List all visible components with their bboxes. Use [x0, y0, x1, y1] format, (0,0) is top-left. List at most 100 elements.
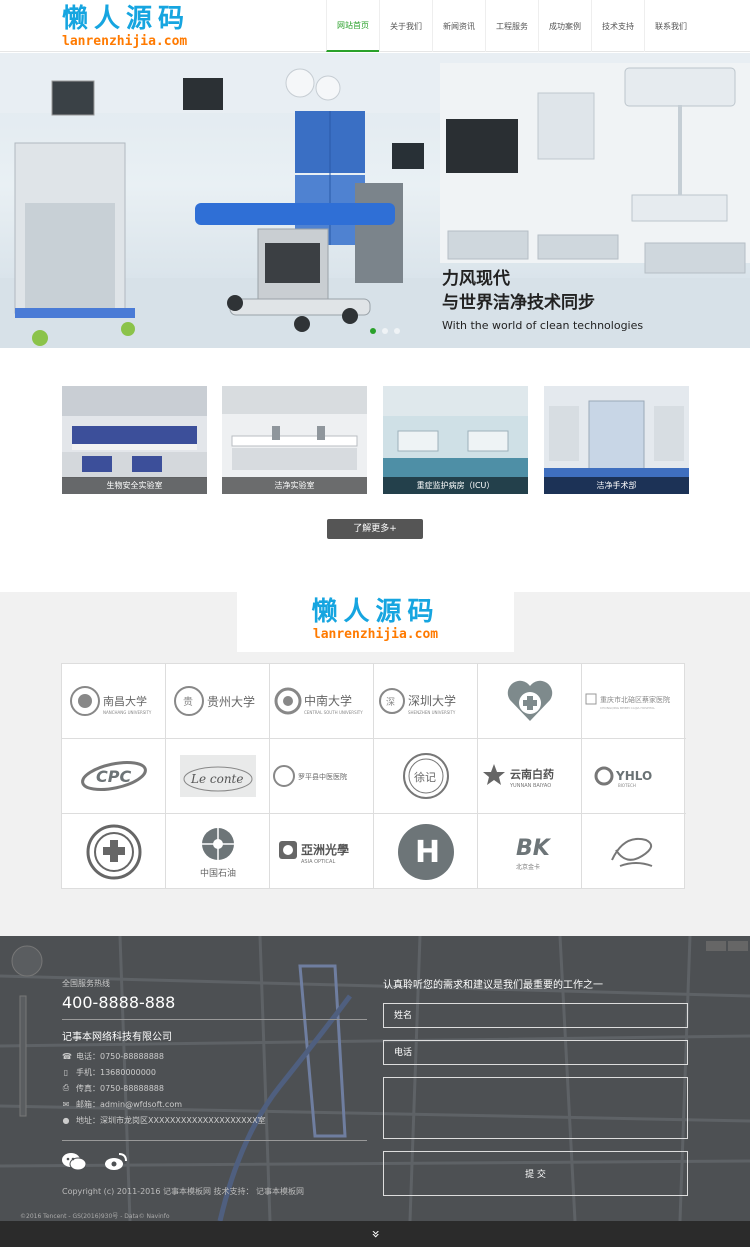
- site-logo[interactable]: 懒人源码 lanrenzhijia.com: [62, 4, 222, 50]
- location-icon: ●: [62, 1115, 70, 1125]
- main-nav: 网站首页 关于我们 新闻资讯 工程服务 成功案例 技术支持 联系我们: [326, 0, 697, 52]
- logo-text: 罗平县中医医院: [298, 772, 347, 781]
- partner-luoping-tcm-hospital[interactable]: 罗平县中医医院: [270, 739, 374, 814]
- logo-subtext: ASIA OPTICAL: [301, 859, 335, 865]
- nav-about[interactable]: 关于我们: [379, 0, 432, 52]
- partner-petrochina[interactable]: 中国石油: [166, 814, 270, 889]
- partner-yunnan-baiyao[interactable]: 云南白药 YUNNAN BAIYAO: [478, 739, 582, 814]
- form-title: 认真聆听您的需求和建议是我们最重要的工作之一: [383, 980, 603, 991]
- phone-input[interactable]: [383, 1040, 688, 1065]
- footer-contact: 全国服务热线 400-8888-888 记事本网络科技有限公司 ☎ 电话：0750…: [62, 978, 367, 1171]
- site-header: 懒人源码 lanrenzhijia.com 网站首页 关于我们 新闻资讯 工程服…: [0, 0, 750, 52]
- logo-text: 南昌大学: [103, 694, 147, 708]
- feedback-form: 认真聆听您的需求和建议是我们最重要的工作之一 提 交: [383, 976, 688, 1196]
- partner-yhlo[interactable]: YHLO BIOTECH: [582, 739, 686, 814]
- partner-nanchang-university[interactable]: 南昌大学 NANCHANG UNIVERSITY: [62, 664, 166, 739]
- slider-dot[interactable]: [394, 328, 400, 334]
- partners-logo-chinese: 懒人源码: [311, 597, 440, 627]
- nav-support[interactable]: 技术支持: [591, 0, 644, 52]
- yunnan-baiyao-logo: 云南白药 YUNNAN BAIYAO: [482, 764, 554, 789]
- nav-cases[interactable]: 成功案例: [538, 0, 591, 52]
- nanchang-university-logo: 南昌大学 NANCHANG UNIVERSITY: [69, 686, 152, 716]
- svg-text:贵: 贵: [183, 695, 193, 708]
- nav-news[interactable]: 新闻资讯: [432, 0, 485, 52]
- divider: [62, 1140, 367, 1141]
- hero-banner[interactable]: 力风现代 与世界洁净技术同步 With the world of clean t…: [0, 53, 750, 348]
- contact-mobile-text: 手机：13680000000: [76, 1067, 156, 1077]
- partner-h-hospital[interactable]: H: [374, 814, 478, 889]
- partner-cpc[interactable]: CPC: [62, 739, 166, 814]
- service-card-icu[interactable]: 重症监护病房（ICU）: [383, 386, 528, 494]
- logo-text: 北京金卡: [516, 863, 540, 871]
- luoping-hospital-logo: 罗平县中医医院: [272, 765, 347, 787]
- nav-contact[interactable]: 联系我们: [644, 0, 697, 52]
- contact-email: ✉ 邮箱：admin@wfdsoft.com: [62, 1096, 367, 1112]
- partner-asia-optical[interactable]: 亞洲光學 ASIA OPTICAL: [270, 814, 374, 889]
- social-links: [62, 1151, 367, 1171]
- service-caption: 洁净实验室: [222, 477, 367, 494]
- petrochina-logo: 中国石油: [200, 827, 236, 879]
- partners-logo: 懒人源码 lanrenzhijia.com: [237, 592, 514, 652]
- scroll-down-bar[interactable]: »: [0, 1221, 750, 1247]
- service-card-biosafety-lab[interactable]: 生物安全实验室: [62, 386, 207, 494]
- mobile-icon: ▯: [63, 1067, 69, 1077]
- hotline-number: 400-8888-888: [62, 993, 176, 1012]
- hero-title-2: 与世界洁净技术同步: [442, 293, 595, 313]
- service-card-operating-dept[interactable]: 洁净手术部: [544, 386, 689, 494]
- xuji-logo: 徐记: [402, 753, 449, 799]
- contact-phone-text: 电话：0750-88888888: [76, 1051, 164, 1061]
- svg-text:深: 深: [386, 697, 395, 708]
- logo-text: H: [415, 835, 440, 870]
- partner-chongqing-caijia-hospital[interactable]: 重庆市北碚区蔡家医院 CHONGQING BEIBEI CAIJIA HOSPIT…: [582, 664, 686, 739]
- logo-text: 中南大学: [304, 693, 352, 708]
- slider-dots: [370, 328, 400, 334]
- partners-logo-domain: lanrenzhijia.com: [312, 627, 439, 642]
- chevron-down-icon: »: [366, 1229, 383, 1239]
- medical-heart-icon: [507, 680, 552, 721]
- logo-subtext: CHONGQING BEIBEI CAIJIA HOSPITAL: [600, 706, 655, 710]
- logo-text: 重庆市北碚区蔡家医院: [600, 695, 670, 704]
- logo-text: 贵州大学: [207, 694, 255, 709]
- logo-text: 云南白药: [510, 767, 554, 781]
- partner-shenzhen-university[interactable]: 深 深圳大学 SHENZHEN UNIVERSITY: [374, 664, 478, 739]
- cpc-logo: CPC: [80, 761, 147, 791]
- partner-logo-grid: 南昌大学 NANCHANG UNIVERSITY 贵 贵州大学 中南大学 CENTRA…: [61, 663, 686, 889]
- nav-home[interactable]: 网站首页: [326, 0, 379, 52]
- learn-more-button[interactable]: 了解更多+: [327, 519, 423, 539]
- wechat-icon[interactable]: [62, 1151, 86, 1171]
- partner-le-conte[interactable]: Le conte: [166, 739, 270, 814]
- fax-icon: ⎙: [62, 1083, 70, 1092]
- partner-swirl-logo[interactable]: [582, 814, 686, 889]
- site-footer: 全国服务热线 400-8888-888 记事本网络科技有限公司 ☎ 电话：0750…: [0, 936, 750, 1221]
- name-input[interactable]: [383, 1003, 688, 1028]
- phone-icon: ☎: [62, 1051, 72, 1061]
- partner-central-south-university[interactable]: 中南大学 CENTRAL SOUTH UNIVERSITY: [270, 664, 374, 739]
- caijia-hospital-logo: 重庆市北碚区蔡家医院 CHONGQING BEIBEI CAIJIA HOSPIT…: [585, 693, 670, 710]
- message-textarea[interactable]: [383, 1077, 688, 1139]
- partner-guizhou-university[interactable]: 贵 贵州大学: [166, 664, 270, 739]
- swirl-logo: [611, 837, 653, 867]
- weibo-icon[interactable]: [104, 1151, 128, 1171]
- partner-beijing-jinka[interactable]: BK 北京金卡: [478, 814, 582, 889]
- nav-services[interactable]: 工程服务: [485, 0, 538, 52]
- service-caption: 生物安全实验室: [62, 477, 207, 494]
- submit-button[interactable]: 提 交: [383, 1151, 688, 1196]
- logo-text: 亞洲光學: [301, 842, 349, 857]
- service-card-clean-lab[interactable]: 洁净实验室: [222, 386, 367, 494]
- logo-subtext: SHENZHEN UNIVERSITY: [408, 710, 456, 715]
- logo-text: 深圳大学: [408, 693, 456, 708]
- contact-mobile: ▯ 手机：13680000000: [62, 1064, 367, 1080]
- partner-medical-heart[interactable]: [478, 664, 582, 739]
- logo-domain: lanrenzhijia.com: [62, 34, 188, 49]
- slider-dot[interactable]: [382, 328, 388, 334]
- slider-dot[interactable]: [370, 328, 376, 334]
- partner-xuji[interactable]: 徐记: [374, 739, 478, 814]
- contact-fax-text: 传真：0750-88888888: [76, 1083, 164, 1093]
- contact-email-text[interactable]: 邮箱：admin@wfdsoft.com: [76, 1099, 182, 1110]
- company-name: 记事本网络科技有限公司: [62, 1032, 172, 1043]
- partner-health-emblem[interactable]: [62, 814, 166, 889]
- logo-chinese: 懒人源码: [62, 4, 191, 34]
- central-south-university-logo: 中南大学 CENTRAL SOUTH UNIVERSITY: [274, 687, 363, 715]
- logo-subtext: NANCHANG UNIVERSITY: [103, 710, 152, 715]
- contact-fax: ⎙ 传真：0750-88888888: [62, 1080, 367, 1096]
